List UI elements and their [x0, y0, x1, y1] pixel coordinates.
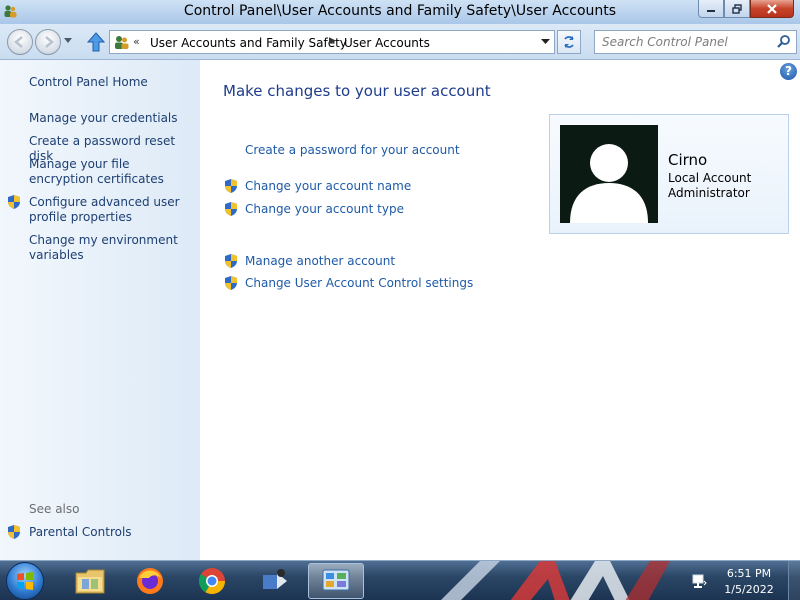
app-icon: [263, 569, 287, 589]
forward-button[interactable]: [35, 29, 61, 55]
task-change-account-name[interactable]: Change your account name: [245, 179, 411, 193]
help-icon[interactable]: ?: [780, 63, 797, 80]
search-icon[interactable]: [776, 34, 792, 50]
network-icon[interactable]: [691, 573, 707, 589]
account-card: Cirno Local Account Administrator: [549, 114, 789, 234]
search-input[interactable]: [595, 31, 765, 53]
sidebar-link-control-panel-home[interactable]: Control Panel Home: [29, 75, 194, 90]
control-panel-icon: [115, 36, 129, 49]
taskbar-pinned-app[interactable]: [247, 563, 303, 599]
task-uac-settings[interactable]: Change User Account Control settings: [245, 276, 473, 290]
sidebar-link-environment-variables[interactable]: Change my environment variables: [29, 233, 194, 263]
refresh-icon: [564, 36, 574, 48]
clock-date: 1/5/2022: [724, 583, 774, 596]
uac-shield-icon: [8, 525, 20, 539]
see-also-label: See also: [29, 502, 80, 516]
uac-shield-icon: [8, 195, 20, 209]
folder-icon: [75, 569, 105, 594]
restore-icon: [732, 3, 742, 14]
address-overflow-chevron[interactable]: «: [133, 35, 140, 48]
start-button[interactable]: [6, 562, 44, 600]
breadcrumb-separator-icon[interactable]: ▶: [329, 36, 336, 46]
breadcrumb-user-accounts[interactable]: User Accounts: [344, 36, 430, 50]
window-title: Control Panel\User Accounts and Family S…: [183, 3, 617, 19]
title-bar: Control Panel\User Accounts and Family S…: [0, 0, 800, 24]
uac-shield-icon: [225, 276, 237, 290]
sidebar-link-file-encryption-certificates[interactable]: Manage your file encryption certificates: [29, 157, 194, 187]
recent-pages-dropdown-icon[interactable]: [64, 38, 72, 44]
uac-shield-icon: [225, 202, 237, 216]
taskbar-control-panel[interactable]: [308, 563, 364, 599]
account-role: Administrator: [668, 186, 750, 200]
back-arrow-icon: [14, 36, 23, 48]
show-desktop-button[interactable]: [788, 561, 800, 600]
navigation-bar: « User Accounts and Family Safety ▶ User…: [0, 24, 800, 60]
account-name: Cirno: [668, 151, 708, 169]
page-title: Make changes to your user account: [223, 82, 491, 100]
desktop-wallpaper-strip: [441, 561, 670, 600]
main-content: ? Make changes to your user account Crea…: [200, 60, 800, 560]
minimize-button[interactable]: [698, 0, 724, 18]
search-box[interactable]: [594, 30, 797, 54]
account-type: Local Account: [668, 171, 752, 185]
avatar: [560, 125, 658, 223]
task-manage-another-account[interactable]: Manage another account: [245, 254, 395, 268]
control-panel-icon: [322, 569, 350, 591]
window-controls: [698, 0, 794, 18]
uac-shield-icon: [225, 254, 237, 268]
restore-button[interactable]: [724, 0, 750, 18]
close-button[interactable]: [750, 0, 794, 18]
task-create-password[interactable]: Create a password for your account: [245, 143, 460, 157]
windows-logo-icon: [17, 572, 33, 590]
taskbar-chrome[interactable]: [184, 563, 240, 599]
minimize-icon: [707, 9, 715, 12]
sidebar-link-advanced-profile-properties[interactable]: Configure advanced user profile properti…: [29, 195, 194, 225]
firefox-icon: [137, 568, 163, 594]
taskbar-firefox[interactable]: [122, 563, 178, 599]
forward-arrow-icon: [45, 36, 54, 48]
system-clock[interactable]: 6:51 PM 1/5/2022: [712, 566, 786, 598]
clock-time: 6:51 PM: [726, 567, 772, 580]
chrome-icon: [198, 568, 226, 595]
uac-shield-icon: [225, 179, 237, 193]
back-button[interactable]: [7, 29, 33, 55]
close-icon: [767, 3, 777, 14]
breadcrumb-user-accounts-family-safety[interactable]: User Accounts and Family Safety: [150, 36, 347, 50]
address-bar[interactable]: « User Accounts and Family Safety ▶ User…: [109, 30, 555, 54]
task-change-account-type[interactable]: Change your account type: [245, 202, 404, 216]
taskbar-explorer[interactable]: [62, 563, 118, 599]
refresh-button[interactable]: [557, 30, 581, 54]
up-arrow-icon[interactable]: [87, 32, 105, 52]
address-dropdown-icon[interactable]: [541, 39, 550, 45]
task-sidebar: Control Panel Home Manage your credentia…: [0, 60, 200, 560]
taskbar: 6:51 PM 1/5/2022: [0, 560, 800, 600]
sidebar-link-parental-controls[interactable]: Parental Controls: [29, 525, 194, 540]
sidebar-link-manage-credentials[interactable]: Manage your credentials: [29, 111, 194, 126]
user-silhouette-icon: [570, 144, 648, 223]
